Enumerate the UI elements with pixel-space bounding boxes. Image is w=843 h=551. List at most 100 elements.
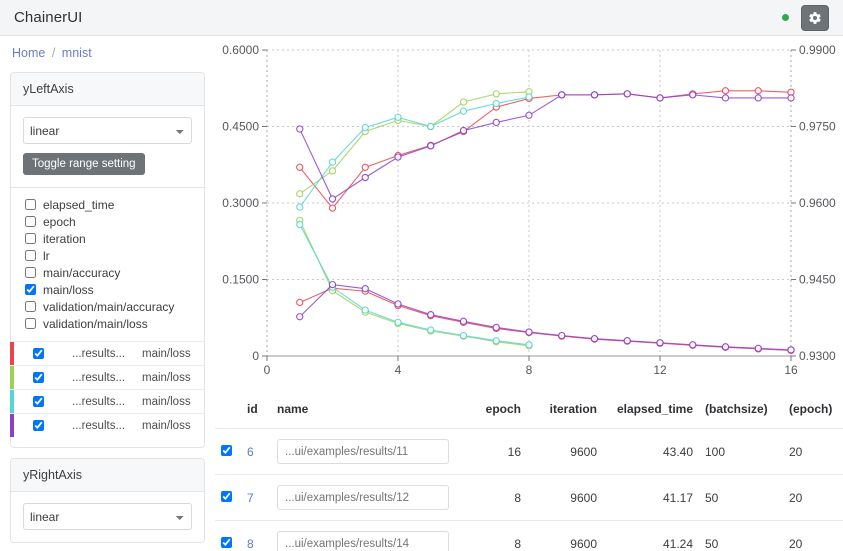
metric-label-lr[interactable]: lr	[43, 249, 50, 263]
y-left-axis-controls: linear Toggle range setting	[11, 106, 204, 187]
row-select-cell[interactable]	[215, 474, 241, 521]
top-navbar: ChainerUI	[0, 0, 843, 36]
svg-text:0.3000: 0.3000	[222, 196, 259, 210]
y-right-axis-scale-select[interactable]: linear	[23, 503, 192, 530]
row-select-checkbox[interactable]	[221, 444, 232, 456]
table-row[interactable]: 8 8 9600 41.24 50 20 -1	[215, 520, 843, 551]
list-item[interactable]: ...results... main/loss	[10, 365, 204, 389]
metric-checkbox-row[interactable]: lr	[23, 247, 192, 264]
metric-checkbox-main-accuracy[interactable]	[25, 267, 36, 278]
metric-label-validation-main-loss[interactable]: validation/main/loss	[43, 317, 148, 331]
table-row[interactable]: 6 16 9600 43.40 100 20 -1	[215, 428, 843, 475]
row-name-input[interactable]	[277, 439, 449, 464]
row-epoch: 16	[465, 428, 527, 475]
row-elapsed-time: 43.40	[603, 428, 699, 475]
svg-text:0.9450: 0.9450	[799, 273, 836, 287]
results-table: id name epoch iteration elapsed_time (ba…	[215, 394, 843, 551]
metric-label-elapsed-time[interactable]: elapsed_time	[43, 198, 114, 212]
table-row[interactable]: 7 8 9600 41.17 50 20 -1	[215, 474, 843, 521]
table-header-batchsize[interactable]: (batchsize)	[699, 394, 783, 429]
status-dot-online-icon	[782, 14, 789, 21]
series-visibility-checkbox[interactable]	[33, 420, 44, 431]
row-name-cell[interactable]	[271, 428, 465, 475]
row-epoch-arg: 20	[783, 428, 843, 475]
series-visibility-checkbox[interactable]	[33, 372, 44, 383]
metric-checkbox-epoch[interactable]	[25, 216, 36, 227]
row-name-cell[interactable]	[271, 474, 465, 521]
row-select-cell[interactable]	[215, 520, 241, 551]
row-select-checkbox[interactable]	[221, 536, 232, 548]
svg-text:0.9600: 0.9600	[799, 196, 836, 210]
breadcrumb: Home / mnist	[0, 46, 215, 68]
series-visibility-checkbox[interactable]	[33, 348, 44, 359]
app-brand[interactable]: ChainerUI	[14, 9, 82, 26]
row-id-cell[interactable]: 6	[241, 428, 271, 475]
metric-checkbox-lr[interactable]	[25, 250, 36, 261]
row-id-link[interactable]: 6	[247, 445, 254, 459]
metric-checkbox-row[interactable]: iteration	[23, 230, 192, 247]
table-header-elapsed-time[interactable]: elapsed_time	[603, 394, 699, 429]
row-elapsed-time: 41.24	[603, 520, 699, 551]
metric-checkbox-validation-main-accuracy[interactable]	[25, 301, 36, 312]
row-iteration: 9600	[527, 428, 603, 475]
y-right-axis-panel: yRightAxis linear	[10, 458, 205, 543]
table-header-name[interactable]: name	[271, 394, 465, 429]
metric-checkbox-row[interactable]: epoch	[23, 213, 192, 230]
row-select-cell[interactable]	[215, 428, 241, 475]
series-result-name: ...results...	[72, 371, 126, 384]
settings-gear-button[interactable]	[801, 4, 829, 31]
table-header-epoch[interactable]: epoch	[465, 394, 527, 429]
table-header-iteration[interactable]: iteration	[527, 394, 603, 429]
series-metric-name: main/loss	[142, 371, 191, 384]
row-name-input[interactable]	[277, 531, 449, 551]
metric-label-main-accuracy[interactable]: main/accuracy	[43, 266, 120, 280]
svg-text:4: 4	[395, 363, 402, 377]
series-color-swatch	[10, 342, 14, 365]
row-epoch-arg: 20	[783, 520, 843, 551]
metric-label-iteration[interactable]: iteration	[43, 232, 86, 246]
row-id-cell[interactable]: 8	[241, 520, 271, 551]
metric-checkbox-row[interactable]: main/loss	[23, 281, 192, 298]
metric-checkbox-main-loss[interactable]	[25, 284, 36, 295]
row-iteration: 9600	[527, 520, 603, 551]
row-id-link[interactable]: 8	[247, 537, 254, 551]
metric-checkbox-row[interactable]: validation/main/loss	[23, 315, 192, 332]
metric-checkbox-validation-main-loss[interactable]	[25, 318, 36, 329]
breadcrumb-link-home[interactable]: Home	[12, 46, 45, 60]
metric-checkbox-elapsed-time[interactable]	[25, 199, 36, 210]
table-header-id[interactable]: id	[241, 394, 271, 429]
list-item[interactable]: ...results... main/loss	[10, 413, 204, 437]
metric-checkbox-row[interactable]: elapsed_time	[23, 196, 192, 213]
series-visibility-checkbox[interactable]	[33, 396, 44, 407]
table-header-epoch-arg[interactable]: (epoch)	[783, 394, 843, 429]
metric-checkbox-row[interactable]: main/accuracy	[23, 264, 192, 281]
metric-checkbox-row[interactable]: validation/main/accuracy	[23, 298, 192, 315]
metric-label-main-loss[interactable]: main/loss	[43, 283, 94, 297]
row-select-checkbox[interactable]	[221, 490, 232, 502]
series-metric-name: main/loss	[142, 395, 191, 408]
metric-label-epoch[interactable]: epoch	[43, 215, 76, 229]
sidebar: Home / mnist yLeftAxis linear Toggle ran…	[0, 36, 215, 551]
series-result-name: ...results...	[72, 419, 126, 432]
table-header-check	[215, 394, 241, 429]
svg-text:16: 16	[784, 363, 798, 377]
metric-label-validation-main-accuracy[interactable]: validation/main/accuracy	[43, 300, 174, 314]
row-name-input[interactable]	[277, 485, 449, 510]
row-name-cell[interactable]	[271, 520, 465, 551]
series-color-swatch	[10, 414, 14, 437]
training-log-chart[interactable]: 0 0.1500 0.3000 0.4500 0.6000 0.9300 0.9450 0.9…	[215, 36, 843, 394]
metric-checkbox-iteration[interactable]	[25, 233, 36, 244]
breadcrumb-link-current[interactable]: mnist	[62, 46, 92, 60]
row-id-cell[interactable]: 7	[241, 474, 271, 521]
y-left-axis-panel: yLeftAxis linear Toggle range setting el…	[10, 72, 205, 341]
table-header-row: id name epoch iteration elapsed_time (ba…	[215, 394, 843, 429]
svg-text:0.9750: 0.9750	[799, 120, 836, 134]
list-item[interactable]: ...results... main/loss	[10, 341, 204, 365]
list-item[interactable]: ...results... main/loss	[10, 389, 204, 413]
svg-text:0.6000: 0.6000	[222, 43, 259, 57]
toggle-range-setting-button[interactable]: Toggle range setting	[23, 153, 145, 175]
y-left-axis-scale-select[interactable]: linear	[23, 117, 192, 144]
gear-icon	[809, 11, 821, 24]
row-id-link[interactable]: 7	[247, 491, 254, 505]
series-metric-name: main/loss	[142, 419, 191, 432]
